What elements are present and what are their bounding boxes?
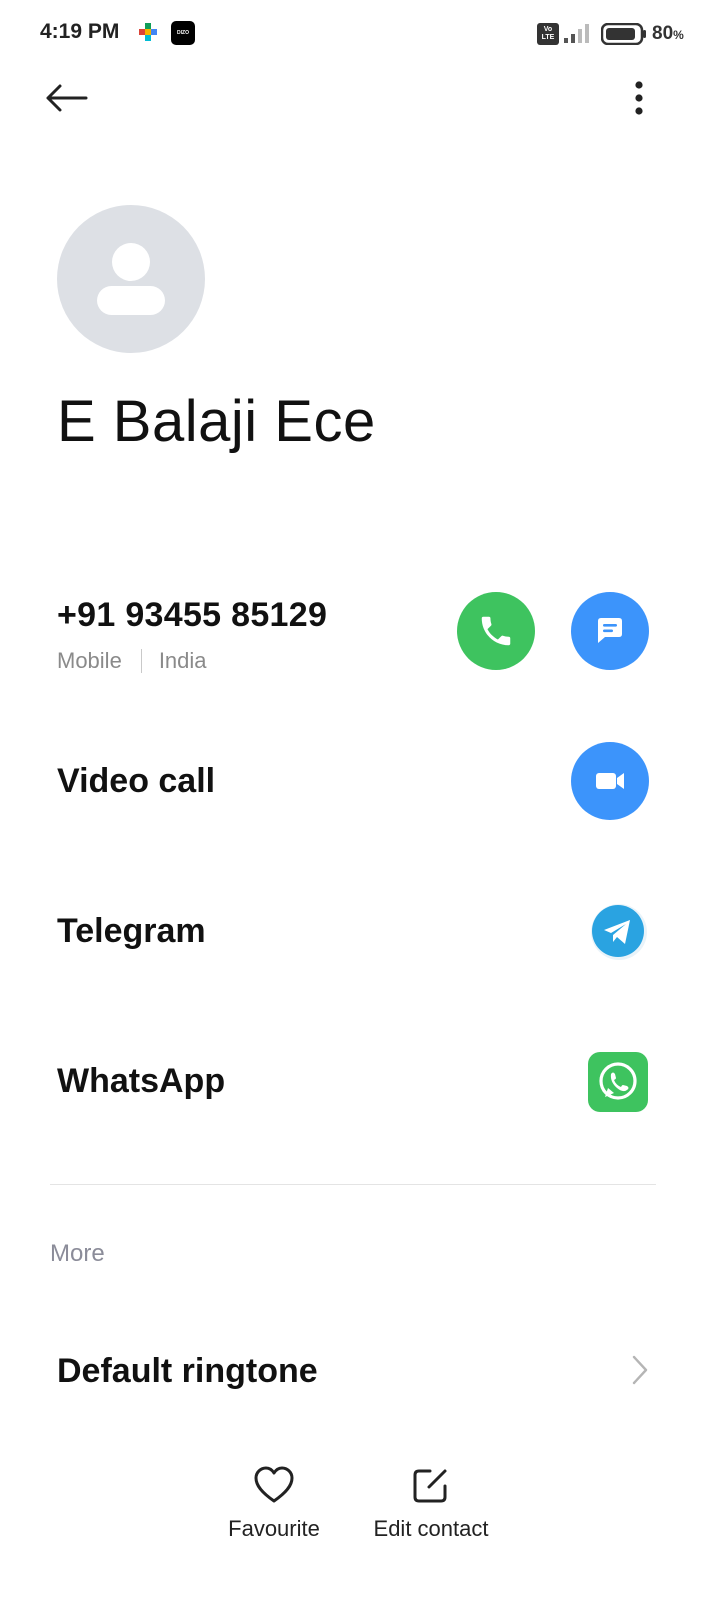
default-ringtone-row[interactable]: Default ringtone bbox=[0, 1334, 720, 1414]
arrow-left-icon bbox=[46, 84, 88, 112]
status-time: 4:19 PM bbox=[40, 20, 120, 43]
phone-country: India bbox=[158, 648, 207, 673]
more-options-button[interactable] bbox=[614, 76, 664, 120]
edit-contact-button[interactable]: Edit contact bbox=[364, 1466, 498, 1542]
back-button[interactable] bbox=[36, 76, 96, 120]
edit-icon bbox=[413, 1469, 447, 1503]
favourite-button[interactable]: Favourite bbox=[222, 1466, 326, 1542]
person-placeholder-icon bbox=[97, 243, 165, 315]
battery-icon bbox=[600, 22, 647, 46]
signal-icon bbox=[563, 22, 593, 44]
call-button[interactable] bbox=[457, 592, 535, 670]
more-vertical-icon bbox=[635, 81, 643, 115]
default-ringtone-label: Default ringtone bbox=[57, 1352, 318, 1390]
video-camera-icon bbox=[596, 773, 624, 789]
volte-icon: Vo LTE bbox=[537, 23, 559, 45]
video-call-button[interactable] bbox=[571, 742, 649, 820]
phone-icon bbox=[481, 616, 511, 646]
phone-meta: Mobile India bbox=[57, 648, 207, 674]
phone-row[interactable]: +91 93455 85129 Mobile India bbox=[0, 592, 720, 686]
telegram-button[interactable] bbox=[590, 903, 648, 961]
video-call-label: Video call bbox=[57, 762, 216, 800]
battery-level: 80% bbox=[652, 23, 684, 44]
avatar bbox=[57, 205, 205, 353]
more-section-title: More bbox=[50, 1240, 105, 1267]
status-bar: 4:19 PM DIZO Vo LTE 80% bbox=[0, 0, 720, 68]
video-call-row[interactable]: Video call bbox=[0, 742, 720, 822]
telegram-row[interactable]: Telegram bbox=[0, 892, 720, 972]
message-button[interactable] bbox=[571, 592, 649, 670]
google-play-games-icon bbox=[138, 21, 158, 45]
whatsapp-label: WhatsApp bbox=[57, 1062, 226, 1100]
edit-contact-label: Edit contact bbox=[373, 1516, 489, 1541]
whatsapp-button[interactable] bbox=[588, 1052, 648, 1112]
dizo-icon: DIZO bbox=[171, 21, 195, 45]
chevron-right-icon bbox=[626, 1354, 654, 1386]
telegram-icon bbox=[591, 904, 647, 960]
message-icon bbox=[598, 618, 622, 643]
heart-icon bbox=[254, 1466, 294, 1503]
favourite-label: Favourite bbox=[228, 1516, 320, 1541]
phone-type: Mobile bbox=[57, 648, 122, 673]
telegram-label: Telegram bbox=[57, 912, 206, 950]
whatsapp-row[interactable]: WhatsApp bbox=[0, 1042, 720, 1122]
phone-number: +91 93455 85129 bbox=[57, 596, 328, 634]
meta-divider bbox=[140, 649, 142, 673]
section-divider bbox=[50, 1184, 656, 1185]
whatsapp-icon bbox=[588, 1052, 648, 1112]
top-app-bar bbox=[0, 68, 720, 128]
contact-name: E Balaji Ece bbox=[57, 389, 376, 454]
